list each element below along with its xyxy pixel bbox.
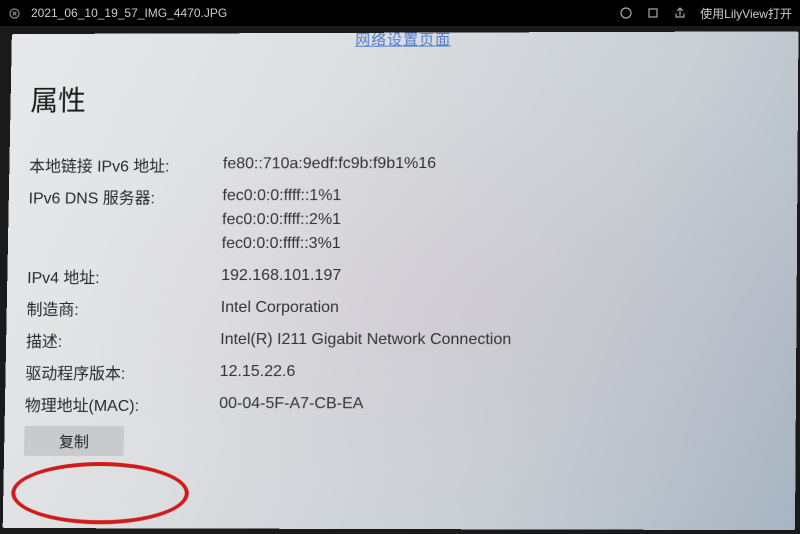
open-with-label[interactable]: 使用LilyView打开: [700, 5, 792, 22]
value-driver-version: 12.15.22.6: [220, 360, 296, 384]
copy-button[interactable]: 复制: [24, 426, 124, 456]
label-ipv6-local: 本地链接 IPv6 地址:: [29, 152, 223, 176]
share-icon[interactable]: [673, 7, 686, 20]
row-ipv4: IPv4 地址: 192.168.101.197: [27, 264, 777, 288]
label-driver-version: 驱动程序版本:: [25, 360, 220, 384]
value-ipv4: 192.168.101.197: [221, 264, 341, 288]
annotation-circle: [11, 462, 190, 525]
row-ipv6-local: 本地链接 IPv6 地址: fe80::710a:9edf:fc9b:f9b1%…: [29, 151, 777, 176]
value-ipv6-local: fe80::710a:9edf:fc9b:f9b1%16: [223, 152, 436, 176]
label-mac: 物理地址(MAC):: [25, 392, 220, 416]
image-viewport: 网络设置页面 属性 本地链接 IPv6 地址: fe80::710a:9edf:…: [0, 26, 800, 534]
row-description: 描述: Intel(R) I211 Gigabit Network Connec…: [26, 328, 776, 352]
cropped-link-text: 网络设置页面: [355, 31, 451, 49]
row-driver-version: 驱动程序版本: 12.15.22.6: [25, 360, 776, 385]
value-mac: 00-04-5F-A7-CB-EA: [219, 392, 364, 416]
label-ipv6-dns: IPv6 DNS 服务器:: [28, 184, 222, 208]
info-icon[interactable]: [619, 7, 632, 20]
value-ipv6-dns: fec0:0:0:ffff::1%1 fec0:0:0:ffff::2%1 fe…: [222, 184, 342, 256]
label-manufacturer: 制造商:: [26, 296, 220, 320]
file-name: 2021_06_10_19_57_IMG_4470.JPG: [31, 6, 227, 20]
properties-panel: 属性 本地链接 IPv6 地址: fe80::710a:9edf:fc9b:f9…: [24, 77, 778, 457]
row-mac: 物理地址(MAC): 00-04-5F-A7-CB-EA: [25, 392, 776, 417]
value-description: Intel(R) I211 Gigabit Network Connection: [220, 328, 511, 352]
screenshot-photo: 网络设置页面 属性 本地链接 IPv6 地址: fe80::710a:9edf:…: [3, 31, 799, 530]
label-description: 描述:: [26, 328, 221, 352]
label-ipv4: IPv4 地址:: [27, 264, 221, 288]
window-icon[interactable]: [646, 7, 659, 20]
row-manufacturer: 制造商: Intel Corporation: [26, 296, 776, 320]
viewer-titlebar: 2021_06_10_19_57_IMG_4470.JPG 使用LilyView…: [0, 0, 800, 26]
close-icon[interactable]: [8, 7, 21, 20]
page-title: 属性: [30, 77, 778, 119]
row-ipv6-dns: IPv6 DNS 服务器: fec0:0:0:ffff::1%1 fec0:0:…: [28, 183, 778, 256]
value-manufacturer: Intel Corporation: [221, 296, 340, 320]
